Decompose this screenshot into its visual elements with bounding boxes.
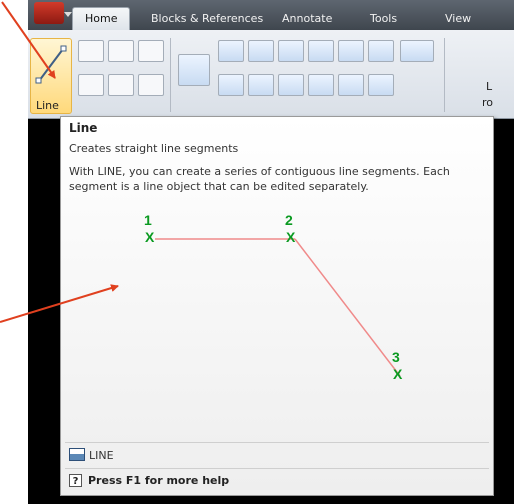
fillet-tool-button[interactable] (308, 40, 334, 62)
chamfer-tool-button[interactable] (308, 74, 334, 96)
tooltip-help[interactable]: ? Press F1 for more help (69, 474, 229, 487)
polyline-tool-button[interactable] (78, 40, 104, 62)
line-tool-button[interactable]: Line (30, 38, 72, 114)
ribbon-home-panel: Line L ro (28, 30, 514, 119)
help-icon: ? (69, 474, 82, 487)
point-marker: X (393, 366, 403, 382)
tooltip-help-text: Press F1 for more help (88, 474, 230, 487)
move-tool-button[interactable] (178, 54, 210, 86)
rectangle-tool-button[interactable] (138, 40, 164, 62)
tab-tools[interactable]: Tools (370, 8, 397, 30)
arc-tool-button[interactable] (108, 74, 134, 96)
tab-blocks-references[interactable]: Blocks & References (151, 8, 263, 30)
rotate-tool-button[interactable] (248, 40, 274, 62)
offset-tool-button[interactable] (218, 74, 244, 96)
tooltip-divider (65, 442, 489, 443)
line-tool-icon (35, 45, 67, 84)
polygon-tool-button[interactable] (108, 40, 134, 62)
ribbon-divider (444, 38, 445, 112)
point-label: 2 (285, 212, 293, 228)
tab-home[interactable]: Home (72, 7, 131, 30)
point-marker: X (145, 229, 155, 245)
hatch-tool-button[interactable] (138, 74, 164, 96)
trim-tool-button[interactable] (278, 40, 304, 62)
line-segment (294, 238, 401, 377)
circle-tool-button[interactable] (78, 74, 104, 96)
erase-tool-button[interactable] (368, 74, 394, 96)
explode-tool-button[interactable] (338, 74, 364, 96)
application-menu-button[interactable] (34, 2, 64, 24)
tooltip-long-description: With LINE, you can create a series of co… (69, 165, 450, 193)
line-segments (155, 238, 401, 377)
command-line-icon (69, 448, 85, 461)
ribbon-tab-bar: Home Blocks & References Annotate Tools … (28, 0, 514, 30)
stretch-tool-button[interactable] (338, 40, 364, 62)
line-illustration: 1 X 2 X 3 X (61, 207, 493, 407)
line-tool-label: Line (36, 99, 59, 112)
ribbon-right-label: ro (482, 96, 494, 109)
point-marker: X (286, 229, 296, 245)
extend-tool-button[interactable] (278, 74, 304, 96)
ribbon-divider (170, 38, 171, 112)
tooltip-command-name: LINE (89, 449, 114, 462)
copy-tool-button[interactable] (218, 40, 244, 62)
line-command-tooltip: Line Creates straight line segments With… (60, 116, 494, 496)
tooltip-short-description: Creates straight line segments (69, 142, 239, 155)
tab-annotate[interactable]: Annotate (282, 8, 332, 30)
mirror-tool-button[interactable] (368, 40, 394, 62)
tooltip-title: Line (69, 121, 98, 135)
tab-view[interactable]: View (445, 8, 471, 30)
ribbon-right-label: L (486, 80, 493, 93)
point-label: 3 (392, 349, 400, 365)
point-label: 1 (144, 212, 152, 228)
scale-tool-button[interactable] (248, 74, 274, 96)
application-menu-caret-icon[interactable] (64, 12, 72, 17)
tooltip-command: LINE (69, 448, 114, 462)
array-tool-button[interactable] (400, 40, 434, 62)
tooltip-divider (65, 468, 489, 469)
